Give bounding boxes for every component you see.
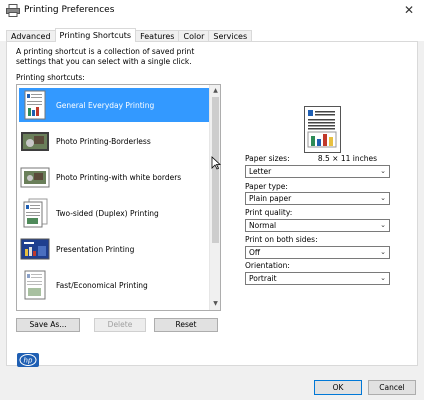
delete-button[interactable]: Delete — [94, 318, 146, 332]
list-item-label: Fast/Economical Printing — [56, 280, 148, 290]
list-item[interactable]: Two-sided (Duplex) Printing — [19, 196, 209, 230]
scrollbar-thumb[interactable] — [212, 97, 219, 243]
paper-size-dropdown[interactable]: Letter ⌄ — [245, 165, 390, 178]
reset-button[interactable]: Reset — [154, 318, 218, 332]
scroll-up-icon[interactable]: ▲ — [211, 86, 220, 95]
orientation-value: Portrait — [249, 274, 277, 283]
printer-icon — [6, 4, 20, 17]
duplex-document-icon — [23, 198, 48, 228]
tab-panel: A printing shortcut is a collection of s… — [6, 41, 418, 367]
chevron-down-icon: ⌄ — [380, 167, 386, 175]
list-item-label: Presentation Printing — [56, 244, 135, 254]
print-quality-label: Print quality: — [245, 208, 293, 217]
dialog-body: A printing shortcut is a collection of s… — [0, 41, 424, 400]
list-item[interactable]: Photo Printing-with white borders — [19, 160, 209, 194]
cancel-button[interactable]: Cancel — [368, 380, 416, 395]
chevron-down-icon: ⌄ — [380, 194, 386, 202]
ok-button[interactable]: OK — [314, 380, 362, 395]
list-item[interactable]: General Everyday Printing — [19, 88, 209, 122]
print-both-sides-value: Off — [249, 248, 261, 257]
list-item-label: Two-sided (Duplex) Printing — [56, 208, 159, 218]
paper-size-value: Letter — [249, 167, 272, 176]
close-icon[interactable]: ✕ — [400, 2, 418, 18]
paper-type-value: Plain paper — [249, 194, 292, 203]
tab-strip: Advanced Printing Shortcuts Features Col… — [6, 28, 253, 42]
list-item[interactable]: Fast/Economical Printing — [19, 268, 209, 302]
list-item-label: General Everyday Printing — [56, 100, 155, 110]
shortcuts-description: A printing shortcut is a collection of s… — [16, 47, 195, 66]
print-quality-value: Normal — [249, 221, 277, 230]
mouse-cursor-icon — [211, 156, 221, 170]
print-quality-dropdown[interactable]: Normal ⌄ — [245, 219, 390, 232]
list-item[interactable]: Presentation Printing — [19, 232, 209, 266]
orientation-label: Orientation: — [245, 261, 290, 270]
chevron-down-icon: ⌄ — [380, 221, 386, 229]
title-bar: Printing Preferences ✕ — [0, 0, 424, 22]
presentation-icon — [20, 238, 50, 260]
list-item-label: Photo Printing-Borderless — [56, 136, 151, 146]
print-both-sides-label: Print on both sides: — [245, 235, 318, 244]
list-scrollbar[interactable]: ▲ ▼ — [209, 85, 220, 310]
svg-text:hp: hp — [24, 357, 33, 365]
hp-logo-icon: hp — [17, 353, 39, 367]
tab-printing-shortcuts[interactable]: Printing Shortcuts — [54, 28, 137, 42]
print-both-sides-dropdown[interactable]: Off ⌄ — [245, 246, 390, 259]
list-item-label: Photo Printing-with white borders — [56, 172, 182, 182]
paper-sizes-dimension: 8.5 × 11 inches — [317, 154, 377, 163]
paper-type-label: Paper type: — [245, 182, 288, 191]
chevron-down-icon: ⌄ — [380, 274, 386, 282]
paper-sizes-label: Paper sizes: — [245, 154, 290, 163]
list-item[interactable]: Photo Printing-Borderless — [19, 124, 209, 158]
chevron-down-icon: ⌄ — [380, 248, 386, 256]
save-as-button[interactable]: Save As... — [16, 318, 80, 332]
economy-document-icon — [24, 270, 46, 300]
photo-bordered-icon — [20, 167, 50, 188]
scroll-down-icon[interactable]: ▼ — [211, 299, 220, 308]
document-chart-icon — [24, 90, 46, 120]
paper-type-dropdown[interactable]: Plain paper ⌄ — [245, 192, 390, 205]
window-title: Printing Preferences — [24, 5, 115, 15]
shortcuts-list-label: Printing shortcuts: — [16, 73, 85, 82]
shortcuts-list[interactable]: General Everyday Printing Photo Printing… — [16, 84, 221, 311]
photo-borderless-icon — [21, 132, 49, 151]
orientation-dropdown[interactable]: Portrait ⌄ — [245, 272, 390, 285]
page-preview-icon — [304, 106, 341, 153]
